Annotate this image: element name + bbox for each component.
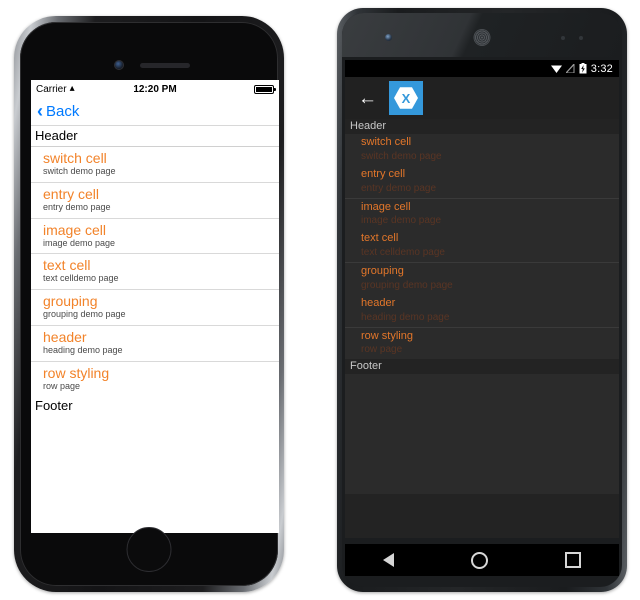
- list-item-title: header: [361, 296, 396, 309]
- list-item[interactable]: header heading demo page: [345, 294, 619, 327]
- list-item-detail: grouping demo page: [361, 279, 453, 291]
- list-item-title: text cell: [43, 257, 91, 274]
- list-item-detail: switch demo page: [43, 166, 116, 177]
- list-item-title: header: [43, 328, 87, 345]
- ios-screen: Carrier ▴ 12:20 PM ‹ Back Header switch …: [31, 80, 279, 533]
- android-device-frame: 3:32 ← X Header switch cell switch demo …: [337, 8, 627, 592]
- list-item-detail: image demo page: [43, 237, 116, 248]
- list-item-detail: switch demo page: [361, 150, 442, 162]
- list-item-title: grouping: [361, 265, 404, 277]
- list-item[interactable]: image cell image demo page: [31, 218, 279, 255]
- list-item-detail: entry demo page: [43, 201, 111, 212]
- list-item-title: row styling: [43, 364, 110, 381]
- list-item-detail: row page: [43, 380, 81, 391]
- ios-clock: 12:20 PM: [133, 83, 177, 95]
- list-item-title: row styling: [361, 329, 413, 342]
- ios-list: switch cell switch demo page entry cell …: [31, 147, 279, 397]
- ios-list-footer: Footer: [31, 396, 279, 417]
- list-item-title: image cell: [43, 221, 107, 238]
- list-item-title: entry cell: [43, 185, 100, 202]
- list-item-detail: text celldemo page: [43, 273, 119, 284]
- signal-none-icon: [565, 64, 575, 73]
- ios-navigation-bar: ‹ Back: [31, 98, 279, 126]
- list-item-title: entry cell: [361, 167, 406, 180]
- android-status-bar: 3:32: [345, 60, 619, 77]
- list-item[interactable]: text cell text celldemo page: [345, 230, 619, 262]
- list-item-title: grouping: [43, 293, 98, 310]
- list-item[interactable]: switch cell switch demo page: [345, 134, 619, 166]
- list-item-detail: entry demo page: [361, 182, 437, 194]
- chevron-left-icon: ‹: [37, 100, 43, 121]
- earpiece-speaker: [474, 30, 490, 45]
- list-item-detail: text celldemo page: [361, 247, 445, 258]
- list-item[interactable]: image cell image demo page: [345, 197, 619, 231]
- ios-status-bar: Carrier ▴ 12:20 PM: [31, 80, 279, 98]
- list-item-detail: heading demo page: [43, 345, 123, 355]
- list-item-detail: row page: [361, 344, 403, 356]
- android-screen: 3:32 ← X Header switch cell switch demo …: [345, 60, 619, 538]
- nav-back-triangle-icon[interactable]: [383, 553, 395, 567]
- proximity-sensors: [561, 36, 583, 40]
- list-item[interactable]: switch cell switch demo page: [31, 147, 279, 183]
- nav-recents-square-icon[interactable]: [564, 552, 581, 568]
- list-item[interactable]: entry cell entry demo page: [345, 165, 619, 198]
- iphone-device-frame: Carrier ▴ 12:20 PM ‹ Back Header switch …: [14, 16, 284, 592]
- earpiece-speaker: [140, 63, 190, 68]
- list-item[interactable]: text cell text celldemo page: [31, 254, 279, 291]
- android-list-footer: Footer: [345, 359, 619, 375]
- list-item-title: switch cell: [43, 150, 107, 166]
- android-app-bar: ← X: [345, 77, 619, 119]
- battery-full-icon: [254, 84, 276, 94]
- list-item-title: switch cell: [361, 136, 412, 148]
- list-item-detail: grouping demo page: [43, 309, 126, 320]
- nav-home-circle-icon[interactable]: [470, 551, 488, 569]
- list-item[interactable]: row styling row page: [345, 326, 619, 360]
- battery-charging-icon: [579, 63, 587, 74]
- list-item[interactable]: entry cell entry demo page: [31, 182, 279, 219]
- back-button-label: Back: [46, 103, 80, 120]
- ios-list-header: Header: [31, 126, 279, 147]
- list-item[interactable]: grouping grouping demo page: [31, 290, 279, 326]
- front-camera-icon: [385, 34, 392, 41]
- list-item-title: text cell: [361, 232, 399, 245]
- list-item-detail: heading demo page: [361, 311, 450, 323]
- android-clock: 3:32: [590, 62, 613, 75]
- android-navigation-bar: [345, 544, 619, 576]
- list-item[interactable]: row styling row page: [31, 361, 279, 397]
- list-item[interactable]: grouping grouping demo page: [345, 262, 619, 295]
- android-list-empty-area: [345, 374, 619, 495]
- xamarin-logo-icon: X: [389, 81, 423, 115]
- list-item[interactable]: header heading demo page: [31, 325, 279, 362]
- front-camera-icon: [115, 61, 123, 69]
- svg-text:X: X: [402, 91, 411, 106]
- android-list: switch cell switch demo page entry cell …: [345, 134, 619, 360]
- arrow-left-icon[interactable]: ←: [358, 89, 377, 108]
- home-button[interactable]: [126, 527, 172, 572]
- wifi-icon: [550, 64, 562, 73]
- list-item-title: image cell: [361, 200, 411, 213]
- android-list-header: Header: [345, 119, 619, 134]
- list-item-detail: image demo page: [361, 215, 442, 227]
- back-button[interactable]: ‹ Back: [37, 100, 80, 121]
